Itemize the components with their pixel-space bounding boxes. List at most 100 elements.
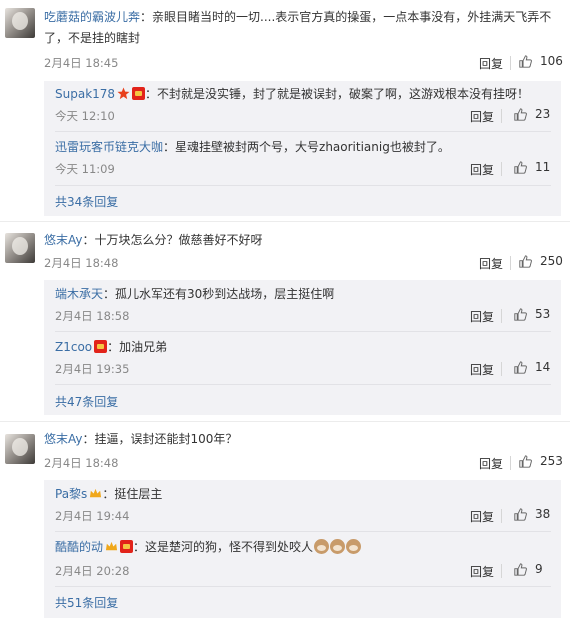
crown-badge-icon	[105, 541, 118, 551]
action-divider	[510, 256, 511, 270]
thumbs-up-icon	[514, 107, 527, 121]
reply-divider	[55, 331, 551, 332]
comment-username[interactable]: 悠末Ay	[44, 432, 83, 446]
like-count: 250	[540, 254, 563, 268]
reply-content: 端木承天：孤儿水军还有30秒到达战场，层主挺住啊	[55, 284, 551, 304]
like-button[interactable]: 38	[514, 507, 550, 521]
thumbs-up-icon	[514, 160, 527, 174]
thumbs-up-icon	[519, 454, 532, 468]
action-divider	[510, 56, 511, 70]
thumbs-up-icon	[514, 360, 527, 374]
reply-button[interactable]: 回复	[470, 361, 494, 378]
like-button[interactable]: 14	[514, 360, 550, 374]
dog-emoji-icon	[330, 539, 346, 554]
star-badge-icon	[117, 87, 130, 100]
like-button[interactable]: 106	[519, 54, 563, 68]
like-button[interactable]: 250	[519, 254, 563, 268]
thumbs-up-icon	[514, 562, 527, 576]
more-replies-link[interactable]: 共47条回复	[55, 393, 118, 410]
action-divider	[501, 309, 502, 323]
action-divider	[501, 109, 502, 123]
reply-content: Pa黎s ：挺住层主	[55, 484, 551, 504]
reply-button[interactable]: 回复	[470, 308, 494, 325]
vip-badge-icon	[94, 340, 108, 353]
reply-time: 2月4日 19:35	[55, 362, 130, 376]
action-divider	[510, 456, 511, 470]
comment-text: ：十万块怎么分？做慈善好不好呀	[82, 233, 263, 247]
reply-username[interactable]: Z1coo	[55, 340, 92, 354]
reply-text: ：不封就是没实锤，封了就是被误封，破案了啊，这游戏根本没有挂呀！	[145, 87, 530, 101]
reply-username[interactable]: Supak178	[55, 87, 115, 101]
reply-time: 今天 11:09	[55, 162, 115, 176]
reply-time: 2月4日 18:58	[55, 309, 130, 323]
dog-emoji-icon	[346, 539, 362, 554]
like-button[interactable]: 53	[514, 307, 550, 321]
comment-time: 2月4日 18:48	[44, 456, 119, 470]
like-count: 53	[535, 307, 551, 321]
like-count: 253	[540, 454, 563, 468]
reply-text: ：挺住层主	[102, 487, 163, 501]
like-count: 11	[535, 160, 551, 174]
reply-text: ：孤儿水军还有30秒到达战场，层主挺住啊	[103, 287, 335, 301]
like-button[interactable]: 11	[514, 160, 550, 174]
action-divider	[501, 509, 502, 523]
thumbs-up-icon	[519, 254, 532, 268]
reply-button[interactable]: 回复	[470, 563, 494, 580]
more-replies-link[interactable]: 共34条回复	[55, 193, 118, 210]
thumbs-up-icon	[519, 54, 532, 68]
comment-divider	[0, 421, 570, 422]
like-count: 106	[540, 54, 563, 68]
comment-content: 悠末Ay：挂逼，误封还能封100年？	[44, 429, 560, 450]
reply-box: 端木承天：孤儿水军还有30秒到达战场，层主挺住啊 2月4日 18:58 回复 5…	[44, 280, 561, 415]
reply-time: 今天 12:10	[55, 109, 115, 123]
reply-username[interactable]: 酷酷的动	[55, 540, 103, 554]
like-button[interactable]: 23	[514, 107, 550, 121]
reply-divider	[55, 185, 551, 186]
dog-emoji-icon	[314, 539, 330, 554]
reply-box: Pa黎s ：挺住层主 2月4日 19:44 回复 38 酷酷的动 ：这是楚河的狗，怪…	[44, 480, 561, 618]
more-replies-link[interactable]: 共51条回复	[55, 594, 118, 611]
reply-button[interactable]: 回复	[470, 508, 494, 525]
comment-divider	[0, 221, 570, 222]
reply-content: Supak178 ：不封就是没实锤，封了就是被误封，破案了啊，这游戏根本没有挂呀！	[55, 84, 551, 104]
comment-text: ：挂逼，误封还能封100年？	[82, 432, 238, 446]
reply-divider	[55, 131, 551, 132]
thumbs-up-icon	[514, 307, 527, 321]
like-count: 9	[535, 562, 543, 576]
action-divider	[501, 564, 502, 578]
crown-badge-icon	[90, 488, 102, 498]
reply-username[interactable]: Pa黎s	[55, 487, 87, 501]
reply-username[interactable]: 端木承天	[55, 287, 103, 301]
reply-text: ：这是楚河的狗，怪不得到处咬人	[133, 540, 314, 554]
reply-content: Z1coo ：加油兄弟	[55, 337, 551, 357]
reply-button[interactable]: 回复	[470, 108, 494, 125]
action-divider	[501, 162, 502, 176]
action-divider	[501, 362, 502, 376]
reply-button[interactable]: 回复	[479, 255, 503, 272]
avatar[interactable]	[5, 434, 35, 464]
comment-username[interactable]: 吃蘑菇的霸波儿奔	[44, 10, 140, 24]
thumbs-up-icon	[514, 507, 527, 521]
comment-time: 2月4日 18:45	[44, 56, 119, 70]
avatar[interactable]	[5, 8, 35, 38]
comment-content: 悠末Ay：十万块怎么分？做慈善好不好呀	[44, 230, 560, 251]
reply-button[interactable]: 回复	[470, 161, 494, 178]
comment-time: 2月4日 18:48	[44, 256, 119, 270]
like-button[interactable]: 253	[519, 454, 563, 468]
like-count: 38	[535, 507, 551, 521]
reply-content: 迅雷玩客币链克大咖：星魂挂壁被封两个号，大号zhaoritianig也被封了。	[55, 137, 551, 157]
like-button[interactable]: 9	[514, 562, 543, 576]
comment-username[interactable]: 悠末Ay	[44, 233, 83, 247]
reply-text: ：星魂挂壁被封两个号，大号zhaoritianig也被封了。	[163, 140, 450, 154]
reply-text: ：加油兄弟	[107, 340, 168, 354]
reply-button[interactable]: 回复	[479, 55, 503, 72]
reply-username[interactable]: 迅雷玩客币链克大咖	[55, 140, 163, 154]
reply-divider	[55, 586, 551, 587]
reply-button[interactable]: 回复	[479, 455, 503, 472]
avatar[interactable]	[5, 233, 35, 263]
reply-time: 2月4日 19:44	[55, 509, 130, 523]
vip-badge-icon	[132, 87, 146, 100]
reply-divider	[55, 531, 551, 532]
like-count: 23	[535, 107, 551, 121]
reply-content: 酷酷的动 ：这是楚河的狗，怪不得到处咬人	[55, 537, 551, 557]
